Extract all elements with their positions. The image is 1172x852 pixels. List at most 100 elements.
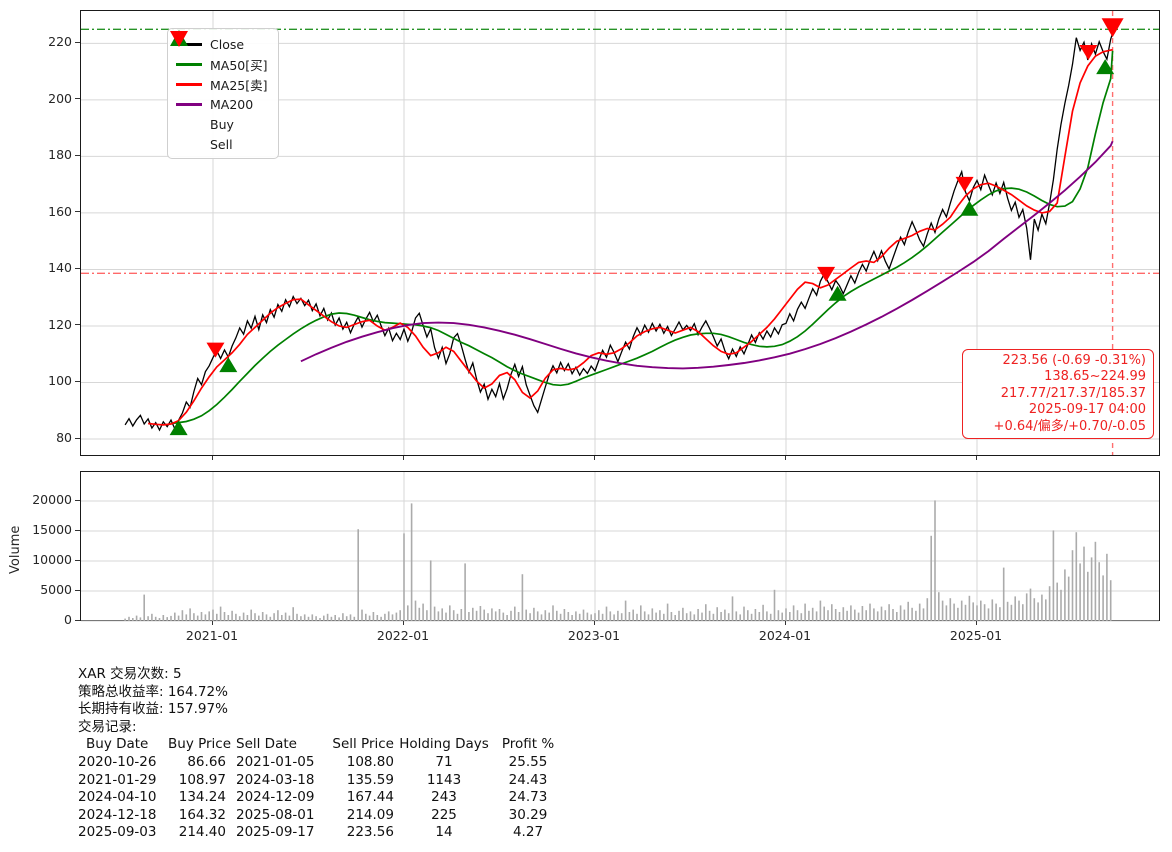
legend-item-label: Buy <box>210 116 234 132</box>
trades-header-cell: Profit % <box>501 736 555 753</box>
trade-row: 2020-10-26 86.66 2021-01-05 108.80 71 25.55 <box>78 754 562 772</box>
price-tick-label: 160 <box>48 203 72 219</box>
y-tick <box>75 154 80 156</box>
legend: Close MA50[买] MA25[卖] MA200 Buy Sell <box>167 28 279 159</box>
y-tick <box>75 559 80 561</box>
legend-item: Buy <box>170 30 270 134</box>
x-tick <box>402 456 404 460</box>
legend-item-label: Sell <box>210 136 233 152</box>
x-tick <box>593 621 595 625</box>
trade-cell: 223.56 <box>346 824 394 841</box>
trade-cell: 135.59 <box>346 771 394 788</box>
date-tick-label: 2023-01 <box>567 628 621 643</box>
x-tick <box>402 621 404 625</box>
trades-header-cell: Sell Date <box>236 736 297 753</box>
stat-trade-count: XAR 交易次数: 5 <box>78 666 182 682</box>
y-tick <box>75 211 80 213</box>
legend-item: MA50[买] <box>176 54 270 74</box>
trade-row: 2024-04-10 134.24 2024-12-09 167.44 243 24.73 <box>78 789 562 807</box>
sell-marker-icon <box>817 266 836 282</box>
trade-row: 2025-09-03 214.40 2025-09-17 223.56 14 4.27 <box>78 824 562 842</box>
volume-tick-label: 0 <box>64 612 72 627</box>
price-tick-label: 180 <box>48 147 72 163</box>
legend-item: Sell <box>170 31 270 154</box>
trade-cell: 2024-12-09 <box>236 789 315 806</box>
trade-cell: 2024-12-18 <box>78 806 157 823</box>
trade-cell: 134.24 <box>178 789 226 806</box>
trade-cell: 14 <box>435 824 453 841</box>
date-tick-label: 2021-01 <box>185 628 239 643</box>
trade-cell: 86.66 <box>187 753 226 770</box>
trade-cell: 24.73 <box>508 789 548 806</box>
volume-tick-label: 10000 <box>32 552 72 567</box>
legend-line-icon <box>176 62 202 66</box>
trade-cell: 214.09 <box>346 806 394 823</box>
trades-header-cell: Buy Price <box>168 736 232 753</box>
trade-cell: 30.29 <box>508 806 548 823</box>
price-tick-label: 120 <box>48 316 72 332</box>
y-tick <box>75 619 80 621</box>
quote-annotation-box: 223.56 (-0.69 -0.31%) 138.65~224.99 217.… <box>962 349 1154 440</box>
trade-cell: 71 <box>435 753 453 770</box>
trade-cell: 4.27 <box>512 824 544 841</box>
trade-cell: 108.80 <box>346 753 394 770</box>
legend-item-label: Close <box>210 36 245 52</box>
y-tick <box>75 529 80 531</box>
x-tick <box>784 621 786 625</box>
sell-marker-icon <box>1101 18 1124 38</box>
y-tick <box>75 589 80 591</box>
trades-header-cell: Holding Days <box>399 736 489 753</box>
trades-header-row: Buy Date Buy Price Sell Date Sell Price Hold… <box>78 736 562 754</box>
volume-panel <box>80 471 1160 622</box>
date-tick-label: 2025-01 <box>949 628 1003 643</box>
y-tick <box>75 499 80 501</box>
price-tick-label: 220 <box>48 34 72 50</box>
volume-tick-label: 15000 <box>32 522 72 537</box>
trade-cell: 2024-03-18 <box>236 771 315 788</box>
trade-cell: 2021-01-29 <box>78 771 157 788</box>
stat-hold-return: 长期持有收益: 157.97% <box>78 701 228 718</box>
volume-plot <box>81 472 1159 622</box>
trade-cell: 243 <box>431 789 457 806</box>
date-tick-label: 2022-01 <box>376 628 430 643</box>
y-tick <box>75 380 80 382</box>
trades-table: Buy Date Buy Price Sell Date Sell Price Hold… <box>78 736 562 842</box>
trade-cell: 108.97 <box>178 771 226 788</box>
trade-row: 2024-12-18 164.32 2025-08-01 214.09 225 30.29 <box>78 807 562 825</box>
trade-cell: 25.55 <box>508 753 548 770</box>
y-tick <box>75 324 80 326</box>
legend-item-label: MA200 <box>210 96 254 112</box>
trade-cell: 225 <box>431 806 457 823</box>
legend-item: MA25[卖] <box>176 74 270 94</box>
annotation-ma-line: 217.77/217.37/185.37 <box>1000 385 1146 401</box>
chart-canvas: Close MA50[买] MA25[卖] MA200 Buy Sell Volume 2… <box>0 0 1172 852</box>
trade-cell: 2025-09-03 <box>78 824 157 841</box>
trade-row: 2021-01-29 108.97 2024-03-18 135.59 1143 24.4… <box>78 772 562 790</box>
x-tick <box>784 456 786 460</box>
stat-strategy-return: 策略总收益率: 164.72% <box>78 683 228 700</box>
y-tick <box>75 437 80 439</box>
trades-header-cell: Sell Price <box>332 736 394 753</box>
volume-axis-label: Volume <box>8 525 23 575</box>
trade-cell: 167.44 <box>346 789 394 806</box>
trade-cell: 2025-09-17 <box>236 824 315 841</box>
y-tick <box>75 267 80 269</box>
price-tick-label: 80 <box>56 430 72 445</box>
trade-cell: 214.40 <box>178 824 226 841</box>
legend-item-label: MA25[卖] <box>210 77 268 93</box>
annotation-range-line: 138.65~224.99 <box>1044 369 1146 385</box>
x-tick <box>593 456 595 460</box>
series-ma200 <box>300 140 1114 370</box>
price-tick-label: 100 <box>48 373 72 389</box>
volume-tick-label: 5000 <box>40 582 72 597</box>
legend-item-label: MA50[买] <box>210 57 268 73</box>
trade-cell: 24.43 <box>508 771 548 788</box>
x-tick <box>975 456 977 460</box>
x-tick <box>211 621 213 625</box>
trade-cell: 2024-04-10 <box>78 789 157 806</box>
annotation-price-line: 223.56 (-0.69 -0.31%) <box>1002 353 1146 368</box>
volume-tick-label: 20000 <box>32 492 72 507</box>
stat-records-title: 交易记录: <box>78 718 137 735</box>
price-tick-label: 140 <box>48 260 72 276</box>
date-tick-label: 2024-01 <box>758 628 812 643</box>
